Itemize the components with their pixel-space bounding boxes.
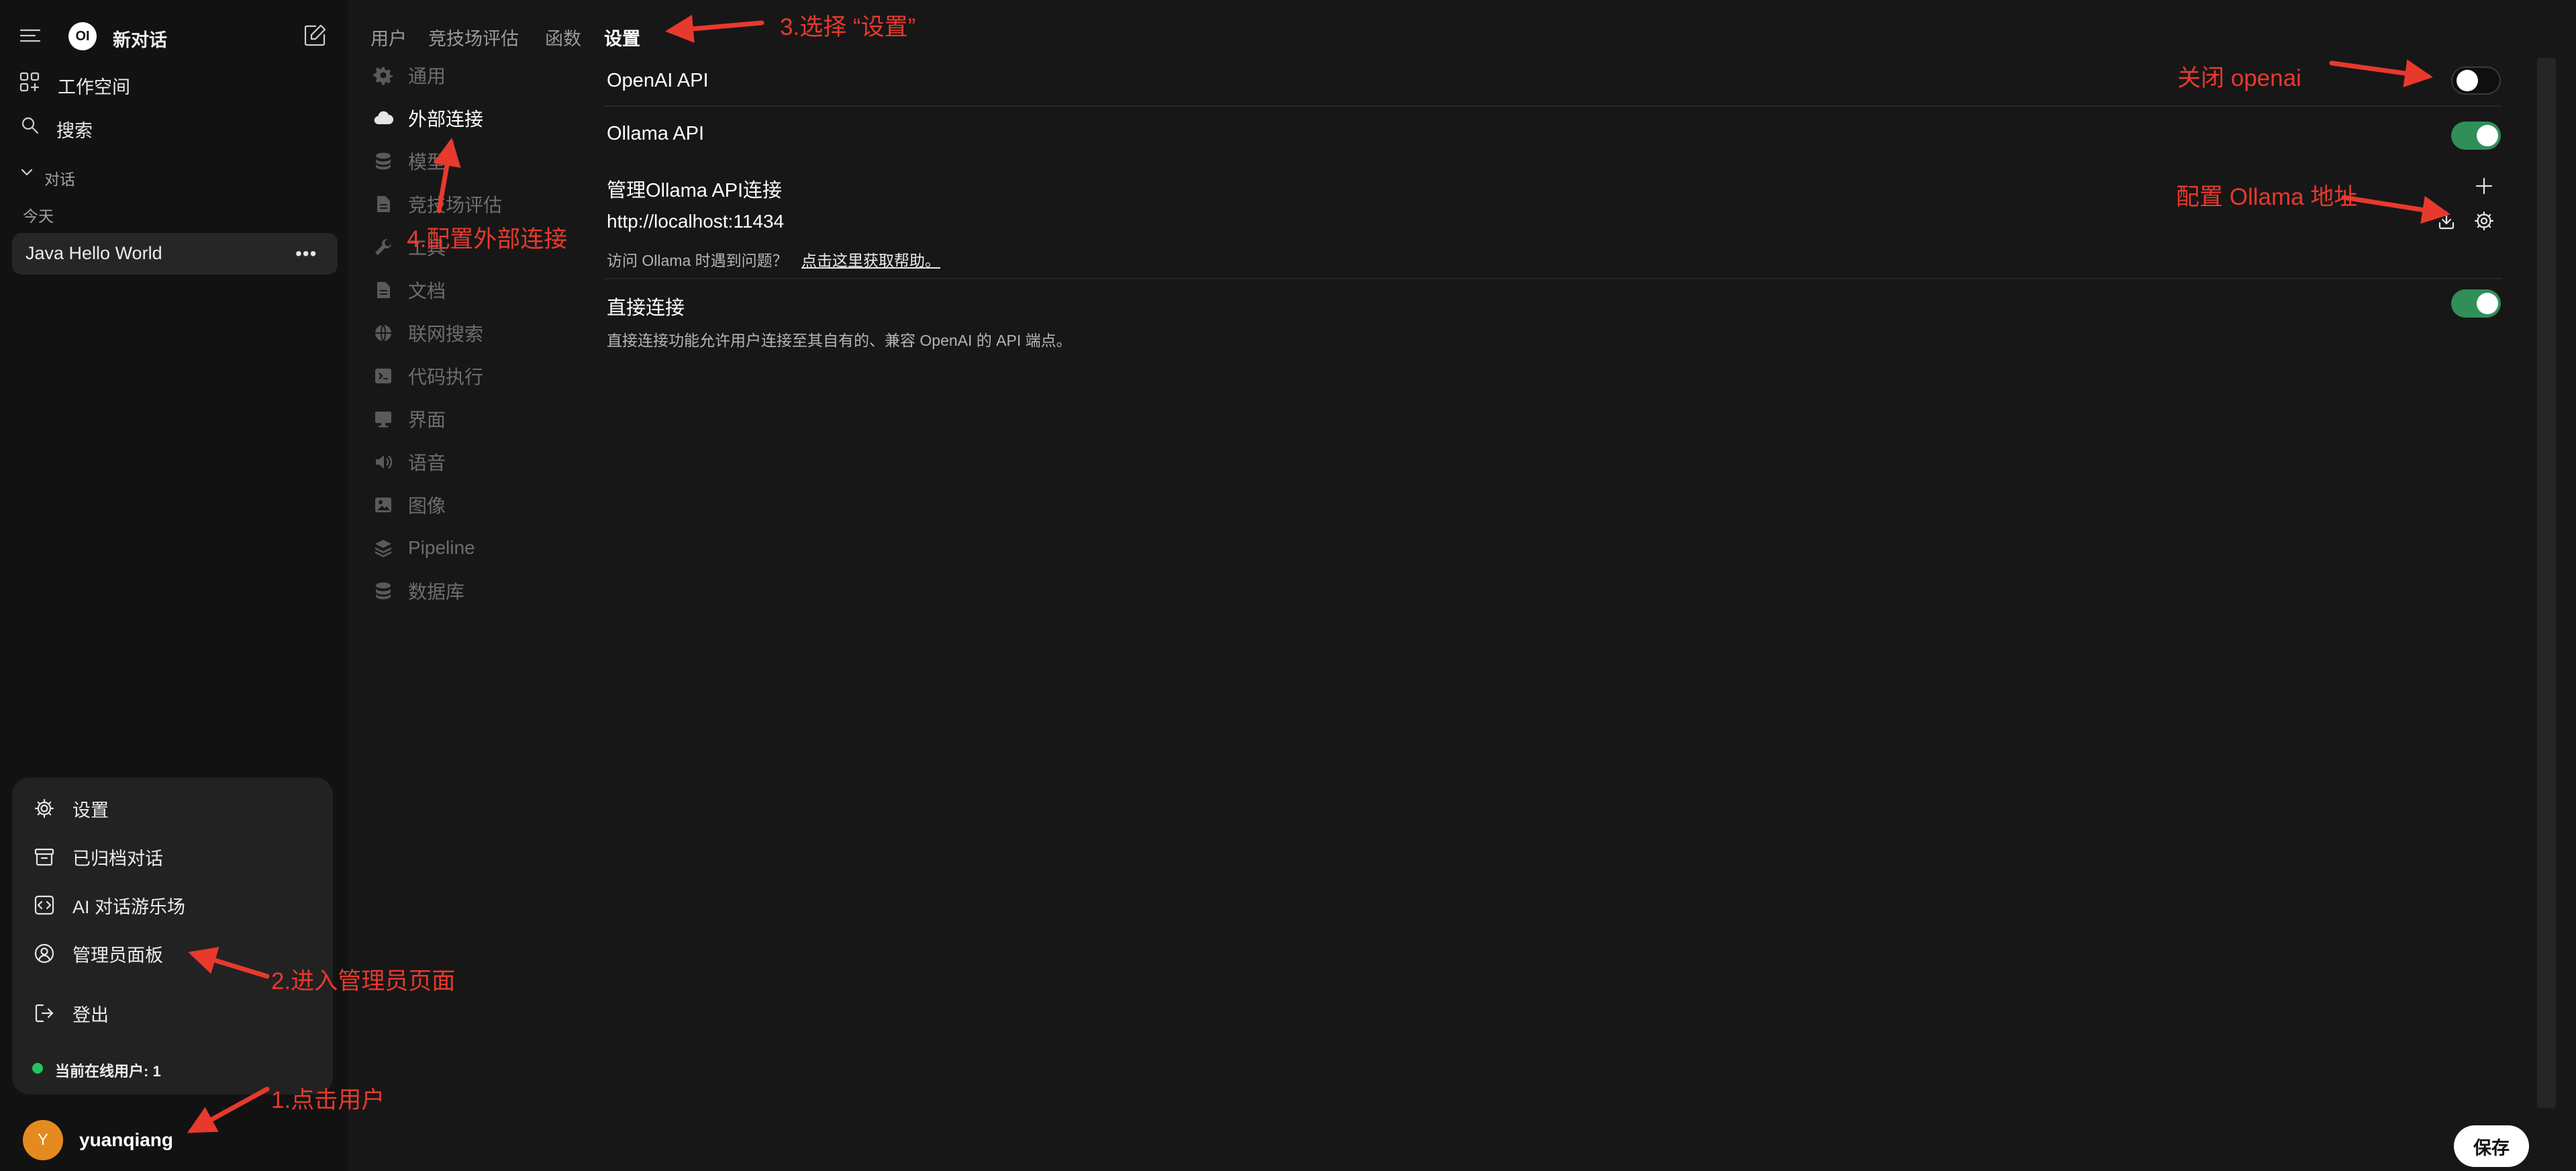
arrow-to-admin-panel [188, 947, 270, 979]
annotation-arrows [187, 15, 2450, 1133]
arrow-to-settings-tab [665, 15, 764, 43]
arrow-to-user [187, 1086, 270, 1133]
arrow-to-openai-toggle [2329, 59, 2433, 87]
arrow-to-connections [433, 138, 461, 214]
arrow-to-ollama-gear [2341, 195, 2450, 224]
